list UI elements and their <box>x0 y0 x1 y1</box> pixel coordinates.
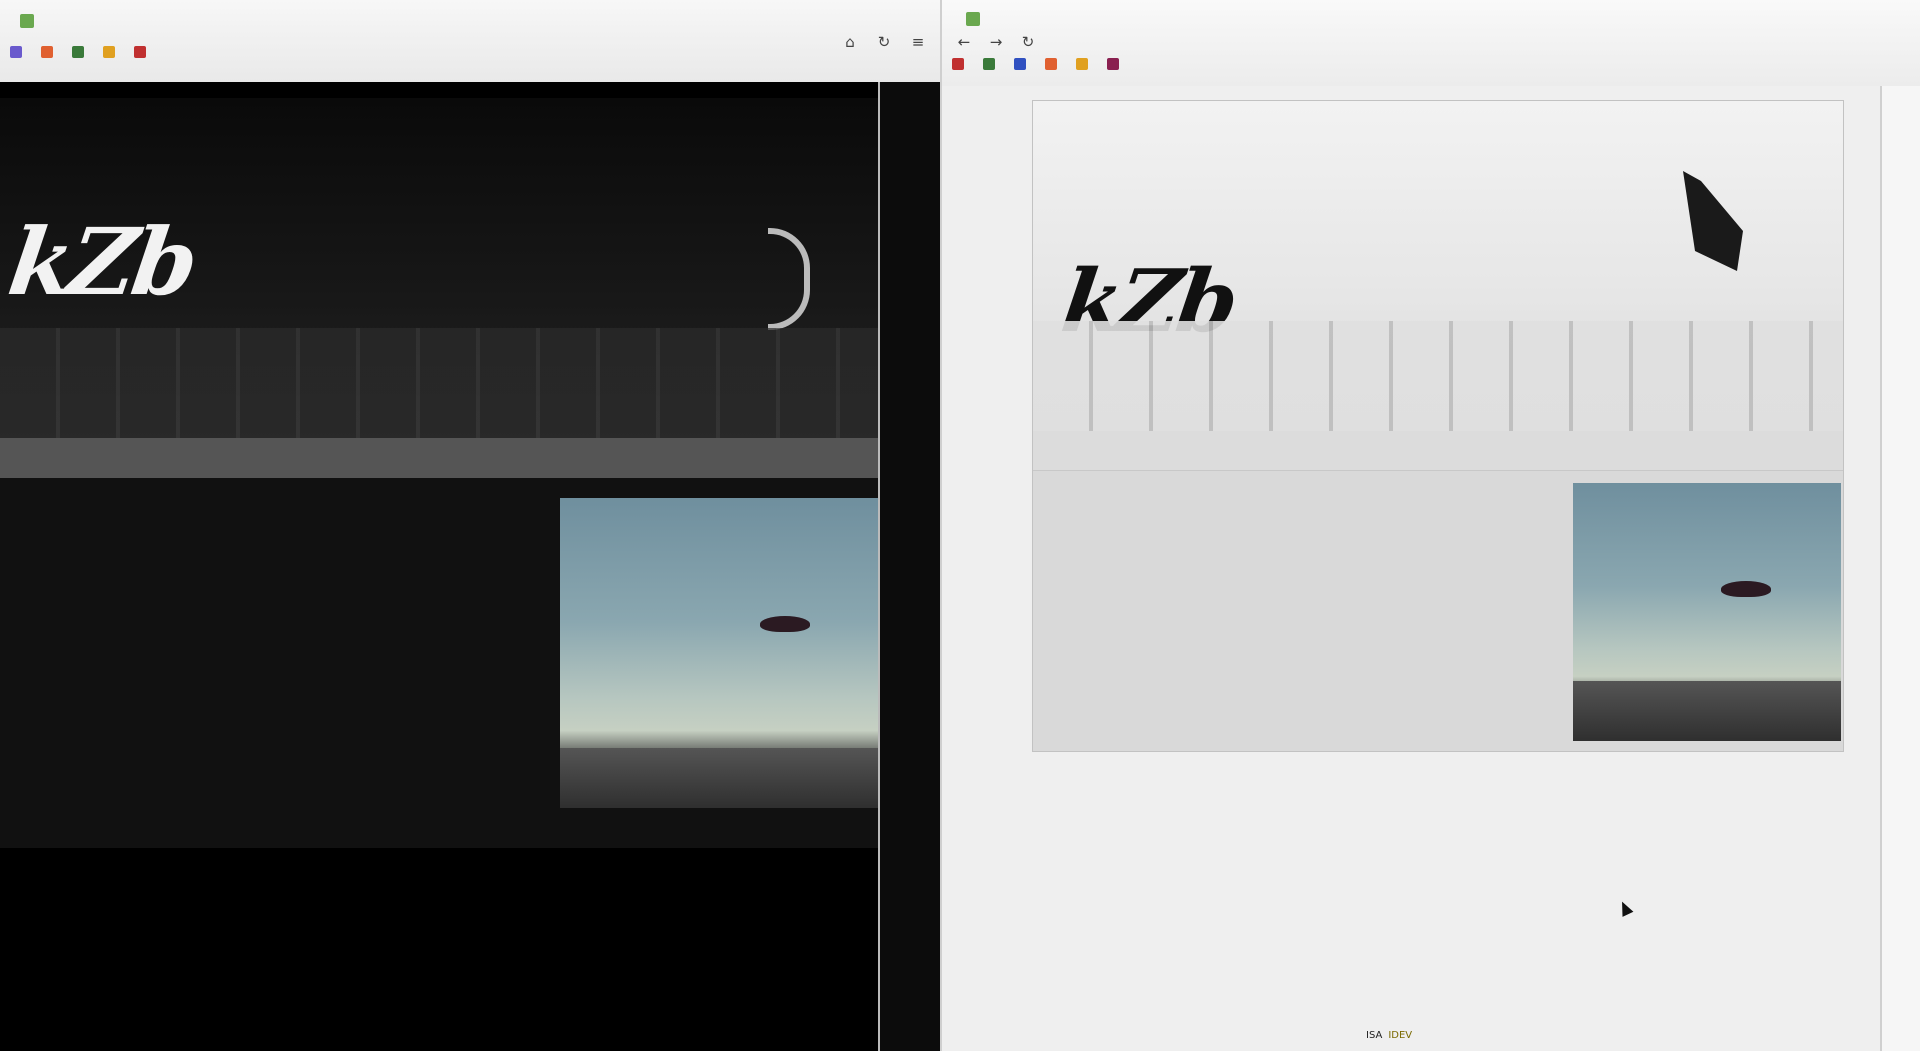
back-icon[interactable]: ← <box>952 30 976 54</box>
left-browser-chrome: ⌂ ↻ ≡ <box>0 0 940 83</box>
reload-icon[interactable]: ↻ <box>1016 30 1040 54</box>
bookmark-item[interactable] <box>72 46 89 58</box>
bookmark-icon <box>983 58 995 70</box>
bookmark-item[interactable] <box>1076 58 1093 70</box>
home-icon[interactable]: ⌂ <box>838 30 862 54</box>
emblem-icon <box>768 228 810 330</box>
right-active-tab[interactable] <box>966 6 988 32</box>
bookmark-item[interactable] <box>983 58 1000 70</box>
bookmark-icon <box>41 46 53 58</box>
emblem-icon <box>1683 171 1743 271</box>
bookmark-icon <box>72 46 84 58</box>
bookmark-item[interactable] <box>1014 58 1031 70</box>
right-bookmarks-bar <box>952 58 1124 70</box>
right-page-content: kZb <box>942 86 1920 1051</box>
bird-image <box>760 615 810 632</box>
left-bookmarks-bar <box>10 46 151 58</box>
bookmark-icon <box>952 58 964 70</box>
left-intro-section <box>0 478 540 848</box>
footer-badge-left: ISA <box>1366 1030 1383 1041</box>
bush-image <box>560 748 880 808</box>
forward-icon[interactable]: → <box>984 30 1008 54</box>
hero-stripes <box>1033 321 1843 431</box>
footer-badge-right: IDEV <box>1388 1030 1413 1041</box>
bookmark-item[interactable] <box>103 46 120 58</box>
bookmark-item[interactable] <box>952 58 969 70</box>
left-nav-bar <box>0 438 880 478</box>
bookmark-item[interactable] <box>134 46 151 58</box>
left-window-edge <box>878 82 940 1051</box>
footer-badge[interactable]: ISA IDEV <box>1366 1030 1412 1041</box>
right-toolbar: ← → ↻ <box>952 30 1040 54</box>
bird-image <box>1721 581 1771 598</box>
site-logo[interactable]: kZb <box>2 208 200 316</box>
bookmark-icon <box>1014 58 1026 70</box>
left-active-tab[interactable] <box>20 8 42 34</box>
hero-stripes <box>0 328 880 438</box>
right-window-edge <box>1880 86 1920 1051</box>
bookmark-icon <box>103 46 115 58</box>
right-nav-bar <box>1033 431 1843 471</box>
right-browser-chrome: ← → ↻ <box>942 0 1920 87</box>
bookmark-item[interactable] <box>41 46 58 58</box>
left-hero-banner: kZb <box>0 98 880 438</box>
right-site-card: kZb <box>1032 100 1844 752</box>
bookmark-icon <box>1045 58 1057 70</box>
bookmark-item[interactable] <box>1107 58 1124 70</box>
bookmark-item[interactable] <box>1045 58 1062 70</box>
left-site-card: kZb <box>0 98 881 848</box>
bush-image <box>1573 681 1841 741</box>
right-browser-window: ← → ↻ kZb ISA IDEV <box>940 0 1920 1051</box>
left-page-content: kZb <box>0 82 940 1051</box>
bookmark-icon <box>1107 58 1119 70</box>
left-browser-window: ⌂ ↻ ≡ kZb <box>0 0 940 1051</box>
bookmark-icon <box>134 46 146 58</box>
right-hero-banner: kZb <box>1033 101 1843 431</box>
bookmark-icon <box>1076 58 1088 70</box>
bookmark-icon <box>10 46 22 58</box>
right-intro-section <box>1033 471 1553 751</box>
site-favicon-icon <box>966 12 980 26</box>
bookmark-item[interactable] <box>10 46 27 58</box>
site-favicon-icon <box>20 14 34 28</box>
menu-icon[interactable]: ≡ <box>906 30 930 54</box>
left-toolbar: ⌂ ↻ ≡ <box>838 30 930 54</box>
right-landscape-photo <box>1573 483 1841 741</box>
refresh-icon[interactable]: ↻ <box>872 30 896 54</box>
left-landscape-photo <box>560 498 880 808</box>
mouse-cursor-icon <box>1616 899 1634 917</box>
